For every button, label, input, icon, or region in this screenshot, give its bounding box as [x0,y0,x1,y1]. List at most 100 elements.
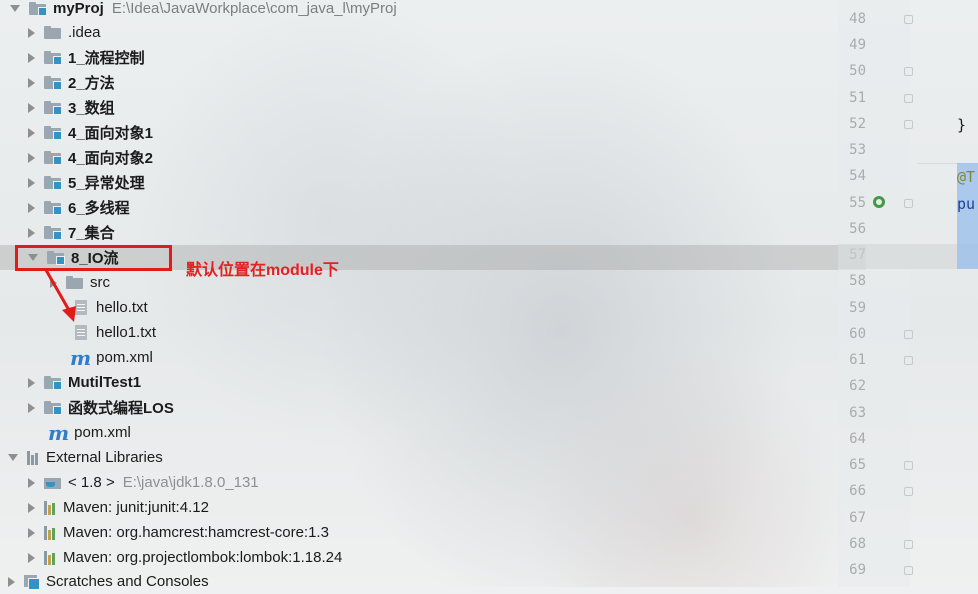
tree-item-label: 6_多线程 [68,200,130,217]
tree-row-library[interactable]: Maven: junit:junit:4.12 [0,495,866,520]
tree-item-label: 3_数组 [68,100,115,117]
tree-row-idea[interactable]: .idea [0,20,866,45]
tree-row-file[interactable]: hello1.txt [0,320,913,345]
expand-arrow-icon[interactable] [28,177,35,188]
line-number: 58 [849,273,866,289]
expand-arrow-icon[interactable] [28,502,35,513]
maven-library-icon [44,550,55,565]
expand-arrow-icon[interactable] [28,127,35,138]
tree-row-file[interactable]: m pom.xml [0,345,908,370]
maven-pom-icon: m [48,420,70,445]
tree-row-module[interactable]: MutilTest1 [0,370,866,395]
tree-item-label: MutilTest1 [68,374,142,391]
code-brace: } [957,116,967,134]
tree-row-module[interactable]: 5_异常处理 [0,170,866,195]
tree-item-label: src [90,274,110,291]
module-folder-icon [44,151,62,165]
tree-item-label: Maven: junit:junit:4.12 [63,499,209,516]
project-path: E:\Idea\JavaWorkplace\com_java_l\myProj [111,0,397,17]
tree-row-module[interactable]: 4_面向对象2 [0,145,866,170]
tree-item-label: Maven: org.projectlombok:lombok:1.18.24 [63,549,343,566]
module-folder-icon [44,176,62,190]
tree-row-module[interactable]: 7_集合 [0,220,866,245]
tree-row-src[interactable]: src [0,270,888,295]
line-number: 49 [849,37,866,53]
tree-row-file[interactable]: m pom.xml [0,420,886,445]
expand-arrow-icon[interactable] [28,27,35,38]
library-icon [27,450,38,465]
line-number: 69 [849,562,866,578]
expand-arrow-icon[interactable] [28,202,35,213]
line-number: 63 [849,405,866,421]
line-number: 59 [849,300,866,316]
tree-item-label: pom.xml [74,424,131,441]
tree-row-module[interactable]: 6_多线程 [0,195,866,220]
tree-row-module[interactable]: 函数式编程LOS [0,395,866,420]
module-folder-icon [44,51,62,65]
expand-arrow-icon[interactable] [28,102,35,113]
expand-arrow-icon[interactable] [28,552,35,563]
collapse-arrow-icon[interactable] [10,5,20,12]
tree-row-file[interactable]: hello.txt [0,295,913,320]
editor-gutter: 48 49 50 51 52 53 54 55 56 57 58 59 60 6… [838,0,913,587]
expand-arrow-icon[interactable] [28,402,35,413]
line-number: 55 [849,195,866,211]
tree-item-label: hello.txt [96,299,148,316]
expand-arrow-icon[interactable] [28,77,35,88]
expand-arrow-icon[interactable] [28,377,35,388]
jdk-path: E:\java\jdk1.8.0_131 [122,474,259,491]
tree-item-label: Maven: org.hamcrest:hamcrest-core:1.3 [63,524,329,541]
line-number: 56 [849,221,866,237]
line-number: 67 [849,510,866,526]
tree-row-module[interactable]: 4_面向对象1 [0,120,866,145]
expand-arrow-icon[interactable] [28,527,35,538]
line-number: 52 [849,116,866,132]
expand-arrow-icon[interactable] [28,477,35,488]
tree-item-label: < 1.8 > [68,474,115,491]
expand-arrow-icon[interactable] [28,227,35,238]
tree-row-jdk[interactable]: < 1.8 > E:\java\jdk1.8.0_131 [0,470,866,495]
tree-item-label: 2_方法 [68,75,115,92]
project-tree: myProj E:\Idea\JavaWorkplace\com_java_l\… [0,0,866,590]
project-name: myProj [53,0,104,17]
code-editor[interactable]: } @T pu [910,0,978,587]
tree-row-module[interactable]: 3_数组 [0,95,866,120]
tree-item-label: 函数式编程LOS [68,400,174,417]
expand-arrow-icon[interactable] [28,152,35,163]
annotation-arrow-icon [44,269,76,322]
tree-item-label: 5_异常处理 [68,175,145,192]
tree-row-project-root[interactable]: myProj E:\Idea\JavaWorkplace\com_java_l\… [0,0,838,21]
module-folder-icon [44,376,62,390]
line-number: 68 [849,536,866,552]
tree-row-library[interactable]: Maven: org.projectlombok:lombok:1.18.24 [0,545,866,570]
folder-icon [44,26,61,39]
tree-row-scratches[interactable]: Scratches and Consoles [0,569,846,594]
tree-item-label: hello1.txt [96,324,157,341]
line-number: 60 [849,326,866,342]
line-number: 51 [849,90,866,106]
tree-row-library[interactable]: Maven: org.hamcrest:hamcrest-core:1.3 [0,520,866,545]
tree-item-label: 4_面向对象1 [68,125,154,142]
tree-row-module[interactable]: 1_流程控制 [0,45,866,70]
text-file-icon [75,325,87,340]
module-folder-icon [29,2,47,16]
expand-arrow-icon[interactable] [28,52,35,63]
module-folder-icon [44,401,62,415]
line-number: 48 [849,11,866,27]
module-folder-icon [44,126,62,140]
tree-item-label: External Libraries [46,449,163,466]
run-test-icon[interactable] [873,196,885,208]
module-folder-icon [44,101,62,115]
expand-arrow-icon[interactable] [8,576,15,587]
code-keyword: pu [957,195,976,213]
tree-row-module[interactable]: 2_方法 [0,70,866,95]
module-folder-icon [44,76,62,90]
module-folder-icon [44,226,62,240]
collapse-arrow-icon[interactable] [8,454,18,461]
tree-row-external-libraries[interactable]: External Libraries [0,445,846,470]
line-number: 61 [849,352,866,368]
tree-item-label: Scratches and Consoles [46,573,209,590]
tree-item-label: 1_流程控制 [68,50,145,67]
line-number: 65 [849,457,866,473]
line-number: 64 [849,431,866,447]
